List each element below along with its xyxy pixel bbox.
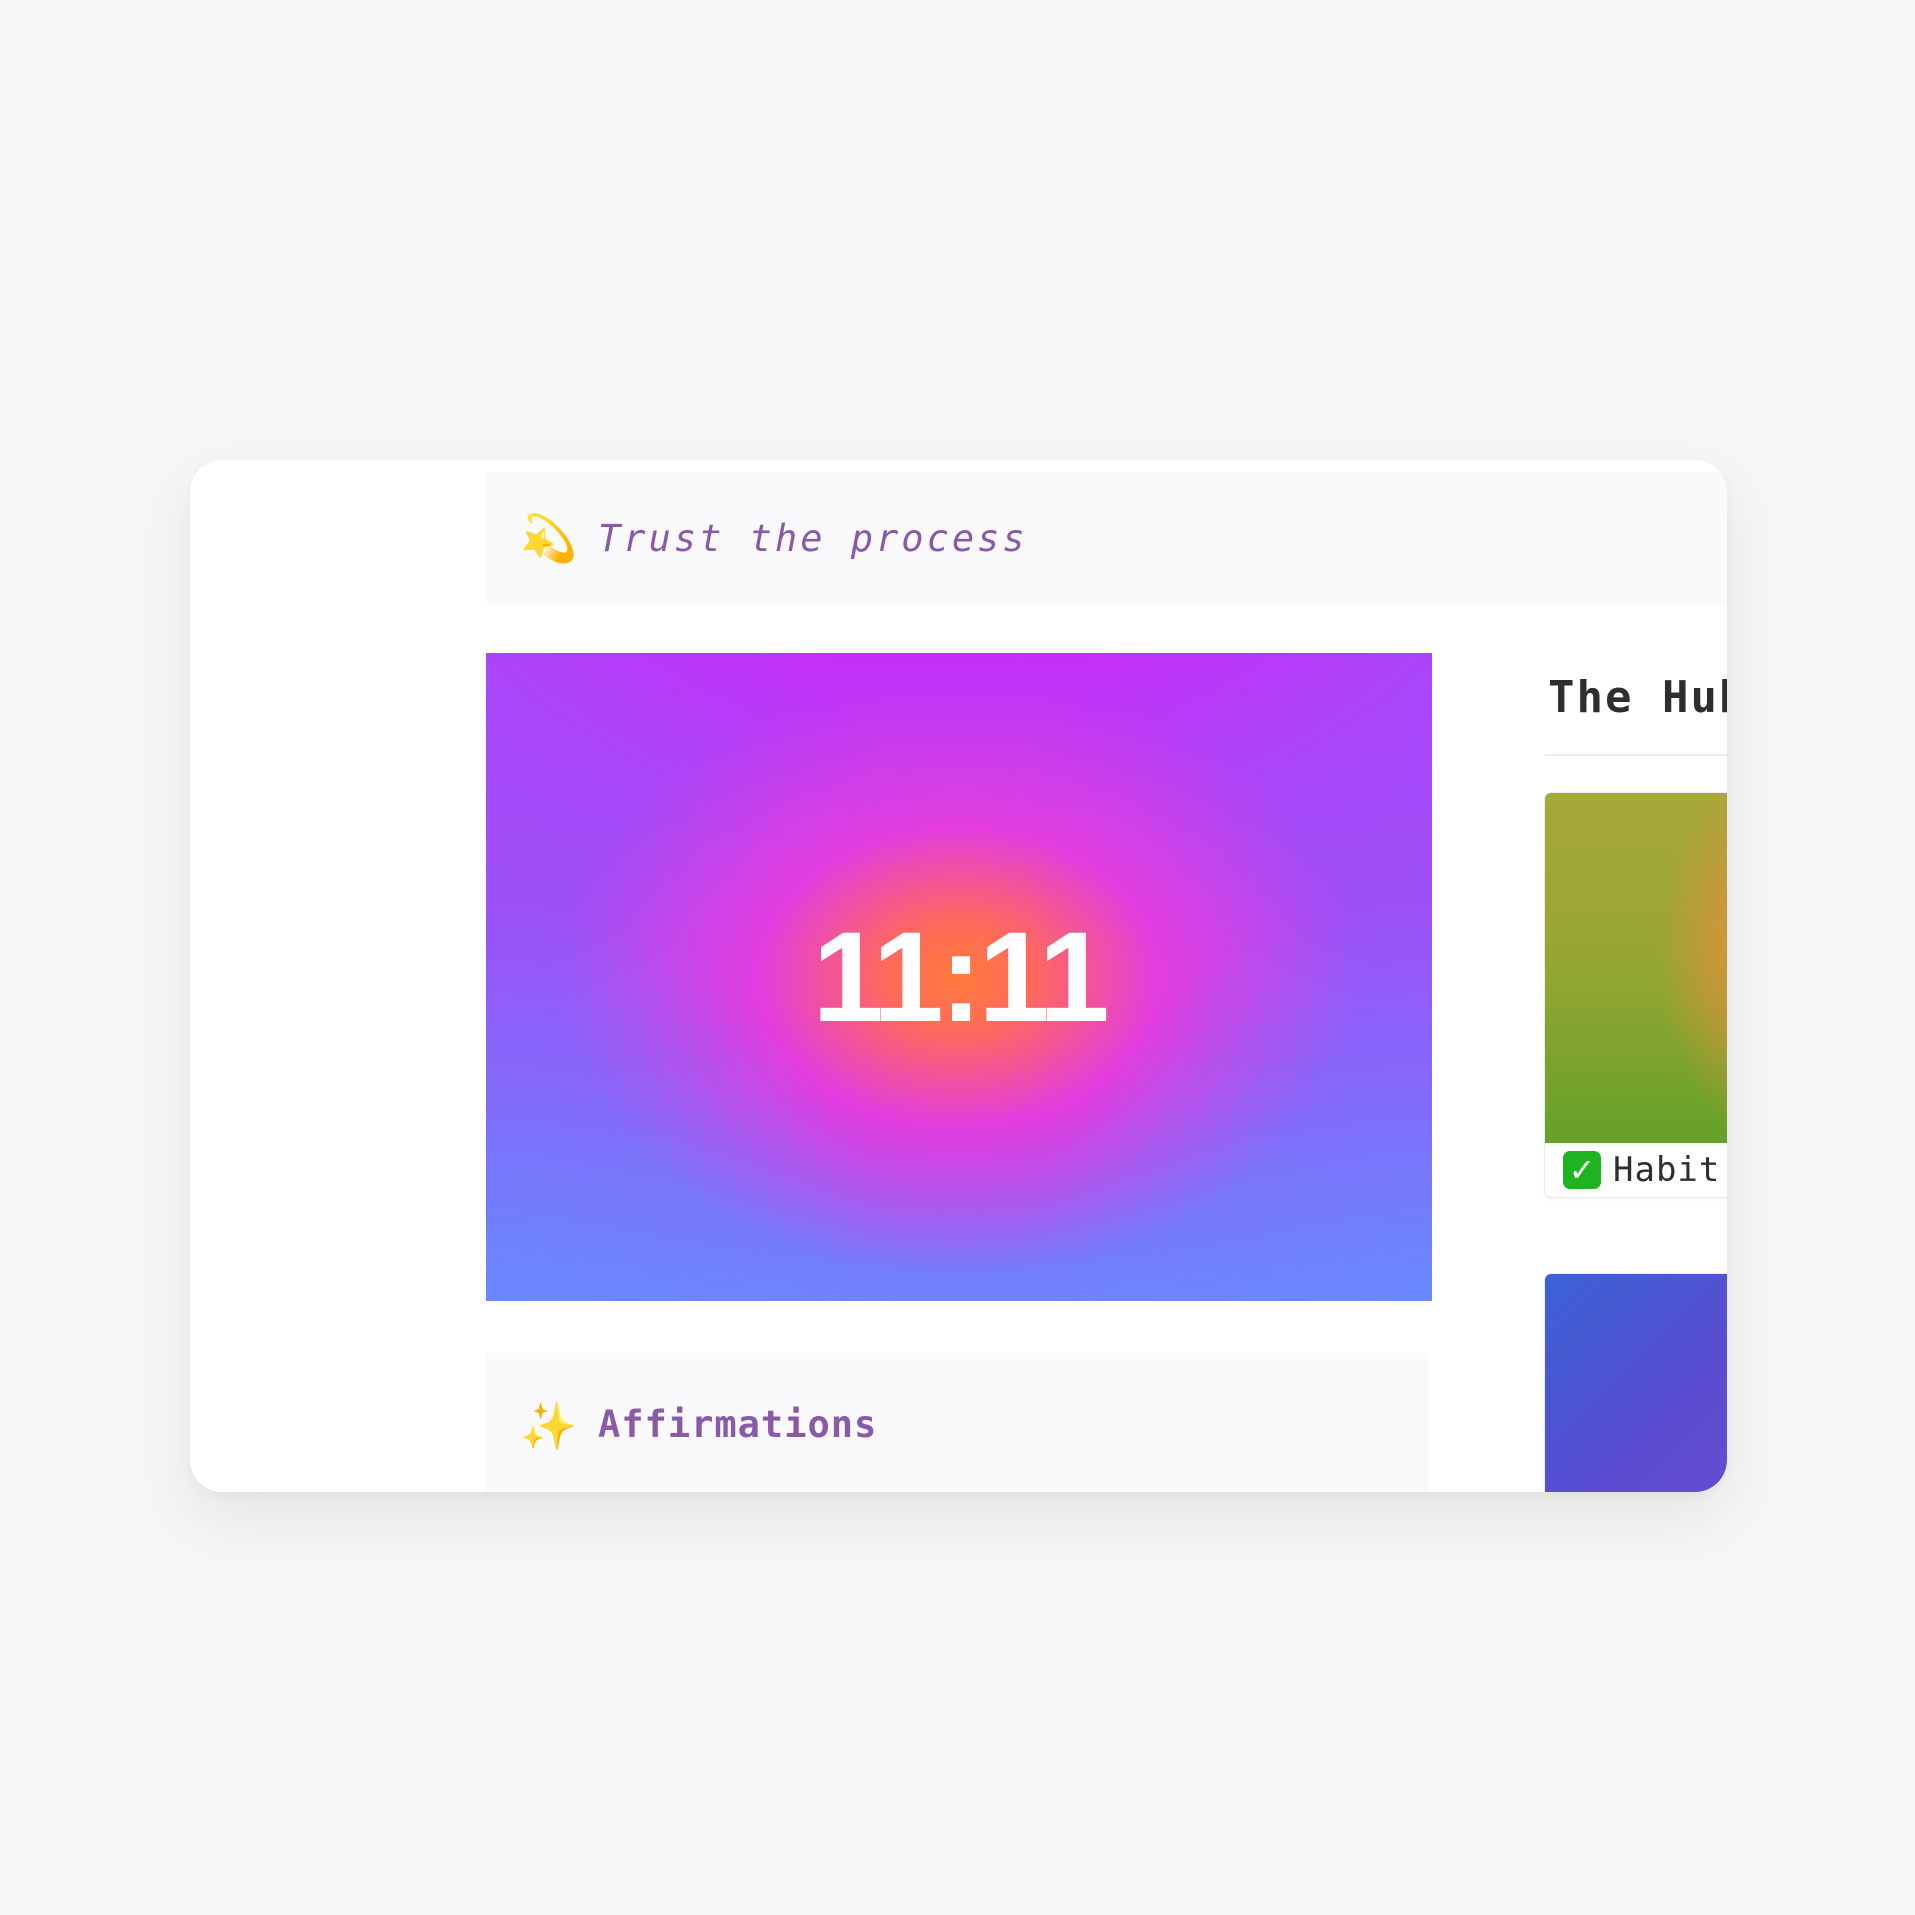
habit-card-caption: ✓ Habit xyxy=(1545,1143,1727,1197)
affirmations-callout[interactable]: ✨ Affirmations xyxy=(486,1353,1428,1492)
dizzy-icon[interactable]: 💫 xyxy=(520,515,586,561)
sparkles-icon[interactable]: ✨ xyxy=(520,1403,586,1449)
habit-gallery-card[interactable]: ✓ Habit xyxy=(1545,793,1727,1197)
habit-card-label: Habit xyxy=(1613,1150,1721,1190)
hub-heading: The Hub xyxy=(1548,672,1727,723)
affirmations-heading: Affirmations xyxy=(598,1403,878,1446)
check-mark-icon: ✓ xyxy=(1563,1151,1601,1189)
hub-divider xyxy=(1545,754,1727,756)
clock-time: 11:11 xyxy=(812,905,1109,1049)
habit-card-cover xyxy=(1545,793,1727,1143)
quote-text: Trust the process xyxy=(598,516,1028,560)
clock-cover-image[interactable]: 11:11 xyxy=(486,653,1432,1301)
notion-page-window: 💫 Trust the process 11:11 ✨ Affirmations… xyxy=(190,460,1727,1492)
gallery-card-2[interactable] xyxy=(1545,1274,1727,1492)
gallery-card-2-cover xyxy=(1545,1274,1727,1492)
quote-callout[interactable]: 💫 Trust the process xyxy=(486,472,1727,604)
